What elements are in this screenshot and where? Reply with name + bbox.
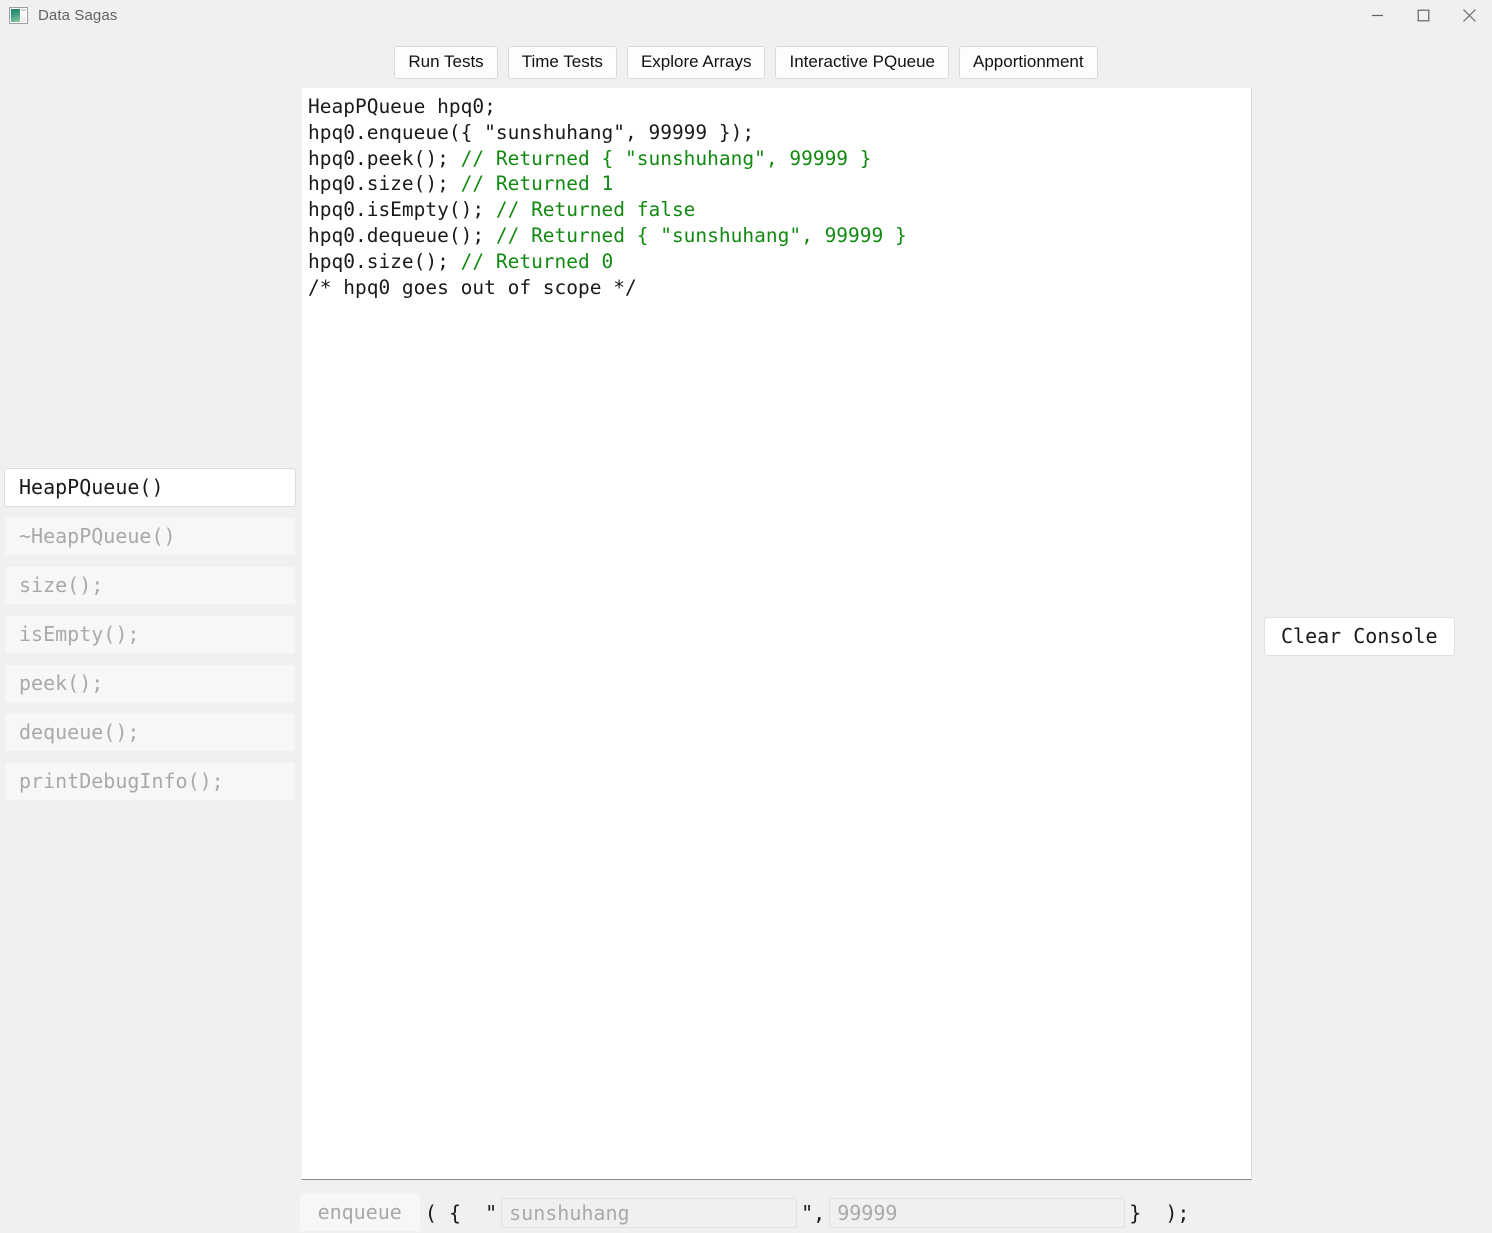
console-line: hpq0.enqueue({ "sunshuhang", 99999 }); <box>308 120 1251 146</box>
element-priority-input[interactable] <box>829 1197 1126 1228</box>
minimize-icon[interactable] <box>1354 0 1400 30</box>
method-button-is-empty: isEmpty(); <box>4 615 296 654</box>
enqueue-button[interactable]: enqueue <box>298 1193 421 1232</box>
method-button-peek: peek(); <box>4 664 296 703</box>
console-line: hpq0.size(); // Returned 0 <box>308 249 1251 275</box>
tab-time-tests[interactable]: Time Tests <box>507 46 617 79</box>
method-button-constructor[interactable]: HeapPQueue() <box>4 468 296 507</box>
console-comment: // Returned 1 <box>460 172 614 196</box>
console-line: hpq0.size(); // Returned 1 <box>308 171 1251 197</box>
method-button-destructor: ~HeapPQueue() <box>4 517 296 556</box>
app-window-icon <box>9 6 28 24</box>
console-code: hpq0.enqueue({ "sunshuhang", 99999 }); <box>308 120 755 144</box>
element-name-input[interactable] <box>501 1197 798 1228</box>
console-comment: // Returned false <box>495 198 696 222</box>
tab-explore-arrays[interactable]: Explore Arrays <box>626 46 766 79</box>
console-code: hpq0.dequeue(); <box>308 223 496 247</box>
maximize-icon[interactable] <box>1400 0 1446 30</box>
syntax-close-literal: } ); <box>1129 1200 1190 1225</box>
app-window: Data Sagas Run Tests Time Tests Explore … <box>0 0 1492 1233</box>
method-button-list: HeapPQueue() ~HeapPQueue() size(); isEmpty(… <box>4 468 296 811</box>
console-line: hpq0.isEmpty(); // Returned false <box>308 197 1251 223</box>
method-button-dequeue: dequeue(); <box>4 713 296 752</box>
window-title: Data Sagas <box>38 6 118 24</box>
enqueue-input-bar: enqueue ( { " ", } ); <box>0 1192 1492 1233</box>
close-icon[interactable] <box>1446 0 1492 30</box>
console-output[interactable]: HeapPQueue hpq0; hpq0.enqueue({ "sunshuha… <box>301 87 1252 1180</box>
console-comment: // Returned 0 <box>460 249 614 273</box>
console-code: HeapPQueue hpq0; <box>308 95 496 118</box>
main-toolbar: Run Tests Time Tests Explore Arrays Inte… <box>0 46 1492 79</box>
tab-run-tests[interactable]: Run Tests <box>394 46 498 79</box>
console-code: hpq0.size(); <box>308 172 461 196</box>
console-comment: // Returned { "sunshuhang", 99999 } <box>460 146 872 170</box>
window-controls <box>1354 0 1492 30</box>
console-code: /* hpq0 goes out of scope */ <box>308 275 637 299</box>
console-line: hpq0.peek(); // Returned { "sunshuhang",… <box>308 146 1251 172</box>
method-button-print-debug-info: printDebugInfo(); <box>4 762 296 801</box>
syntax-mid-literal: ", <box>801 1200 826 1225</box>
console-line: hpq0.dequeue(); // Returned { "sunshuhan… <box>308 223 1251 249</box>
syntax-open-literal: ( { " <box>424 1200 498 1225</box>
console-code: hpq0.size(); <box>308 249 461 273</box>
console-line: HeapPQueue hpq0; <box>308 94 1251 120</box>
clear-console-button[interactable]: Clear Console <box>1264 617 1455 656</box>
method-button-size: size(); <box>4 566 296 605</box>
console-code: hpq0.peek(); <box>308 146 461 170</box>
console-comment: // Returned { "sunshuhang", 99999 } <box>495 223 907 247</box>
console-code: hpq0.isEmpty(); <box>308 198 496 222</box>
tab-interactive-pqueue[interactable]: Interactive PQueue <box>775 46 950 79</box>
title-bar: Data Sagas <box>0 0 1492 30</box>
tab-apportionment[interactable]: Apportionment <box>959 46 1098 79</box>
console-line: /* hpq0 goes out of scope */ <box>308 275 1251 301</box>
